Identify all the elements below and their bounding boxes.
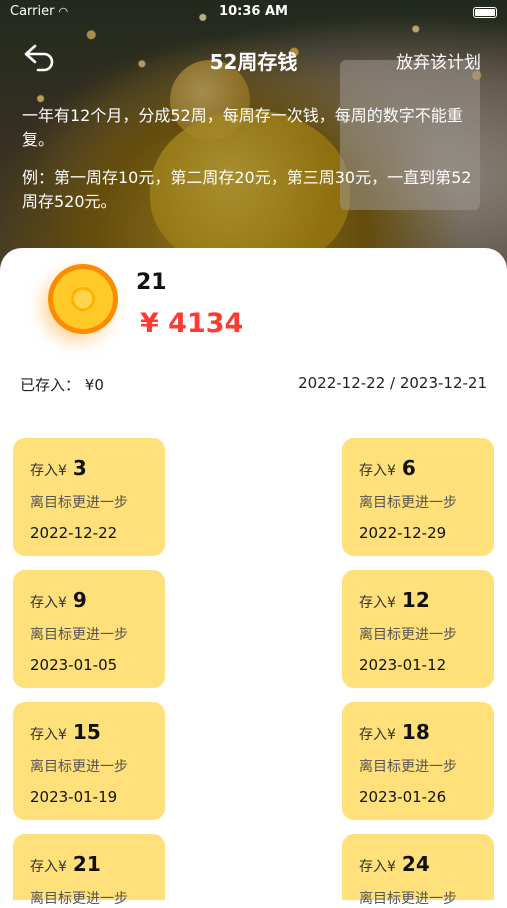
deposit-date: 2023-01-19 [30,788,118,806]
deposit-date: 2023-01-05 [30,656,118,674]
deposit-card[interactable]: 存入¥ 9 离目标更进一步 2023-01-05 [13,570,165,688]
deposit-card[interactable]: 存入¥ 12 离目标更进一步 2023-01-12 [342,570,494,688]
battery-icon [473,7,497,18]
deposit-amount: 24 [401,852,430,876]
deposit-card[interactable]: 存入¥ 6 离目标更进一步 2022-12-29 [342,438,494,556]
deposit-amount: 12 [401,588,430,612]
deposit-note: 离目标更进一步 [30,495,128,511]
deposit-prefix: 存入¥ [359,727,396,743]
plan-description: 一年有12个月，分成52周，每周存一次钱，每周的数字不能重复。 例：第一周存10… [22,104,482,228]
deposit-prefix: 存入¥ [359,859,396,875]
saved-value: ¥0 [84,376,104,394]
deposit-note: 离目标更进一步 [359,495,457,511]
saved-amount: 已存入： ¥0 [20,374,104,395]
deposit-prefix: 存入¥ [359,595,396,611]
deposit-note: 离目标更进一步 [359,627,457,643]
deposit-date: 2023-01-12 [359,656,447,674]
deposit-date: 2022-12-22 [30,524,118,542]
deposit-amount: 9 [72,588,87,612]
deposit-card[interactable]: 存入¥ 21 离目标更进一步 [13,834,165,907]
deposit-note: 离目标更进一步 [30,759,128,775]
description-line-2: 例：第一周存10元，第二周存20元，第三周30元，一直到第52周存520元。 [22,168,472,211]
deposit-amount: 15 [72,720,101,744]
deposit-card[interactable]: 存入¥ 15 离目标更进一步 2023-01-19 [13,702,165,820]
deposit-note: 离目标更进一步 [359,759,457,775]
deposit-amount: 3 [72,456,87,480]
abandon-plan-button[interactable]: 放弃该计划 [396,48,481,73]
deposit-date: 2022-12-29 [359,524,447,542]
deposit-amount: 21 [72,852,101,876]
deposit-card[interactable]: 存入¥ 24 离目标更进一步 [342,834,494,907]
description-line-1: 一年有12个月，分成52周，每周存一次钱，每周的数字不能重复。 [22,106,463,149]
saved-label: 已存入： [20,376,81,394]
status-time: 10:36 AM [219,4,288,19]
deposit-prefix: 存入¥ [30,595,67,611]
goal-count: 21 [136,270,167,295]
deposit-prefix: 存入¥ [30,727,67,743]
deposit-amount: 18 [401,720,430,744]
deposit-date: 2023-01-26 [359,788,447,806]
deposit-note: 离目标更进一步 [359,891,457,907]
nav-bar: 52周存钱 放弃该计划 [0,38,507,78]
deposit-card[interactable]: 存入¥ 3 离目标更进一步 2022-12-22 [13,438,165,556]
date-range: 2022-12-22 / 2023-12-21 [298,374,487,392]
lemon-icon [48,264,118,334]
goal-amount: ¥ 4134 [140,308,244,339]
deposit-amount: 6 [401,456,416,480]
deposit-prefix: 存入¥ [30,463,67,479]
deposit-prefix: 存入¥ [30,859,67,875]
deposit-note: 离目标更进一步 [30,891,128,907]
deposit-card[interactable]: 存入¥ 18 离目标更进一步 2023-01-26 [342,702,494,820]
deposit-prefix: 存入¥ [359,463,396,479]
deposit-note: 离目标更进一步 [30,627,128,643]
status-bar: Carrier ◠ 10:36 AM [10,4,497,22]
